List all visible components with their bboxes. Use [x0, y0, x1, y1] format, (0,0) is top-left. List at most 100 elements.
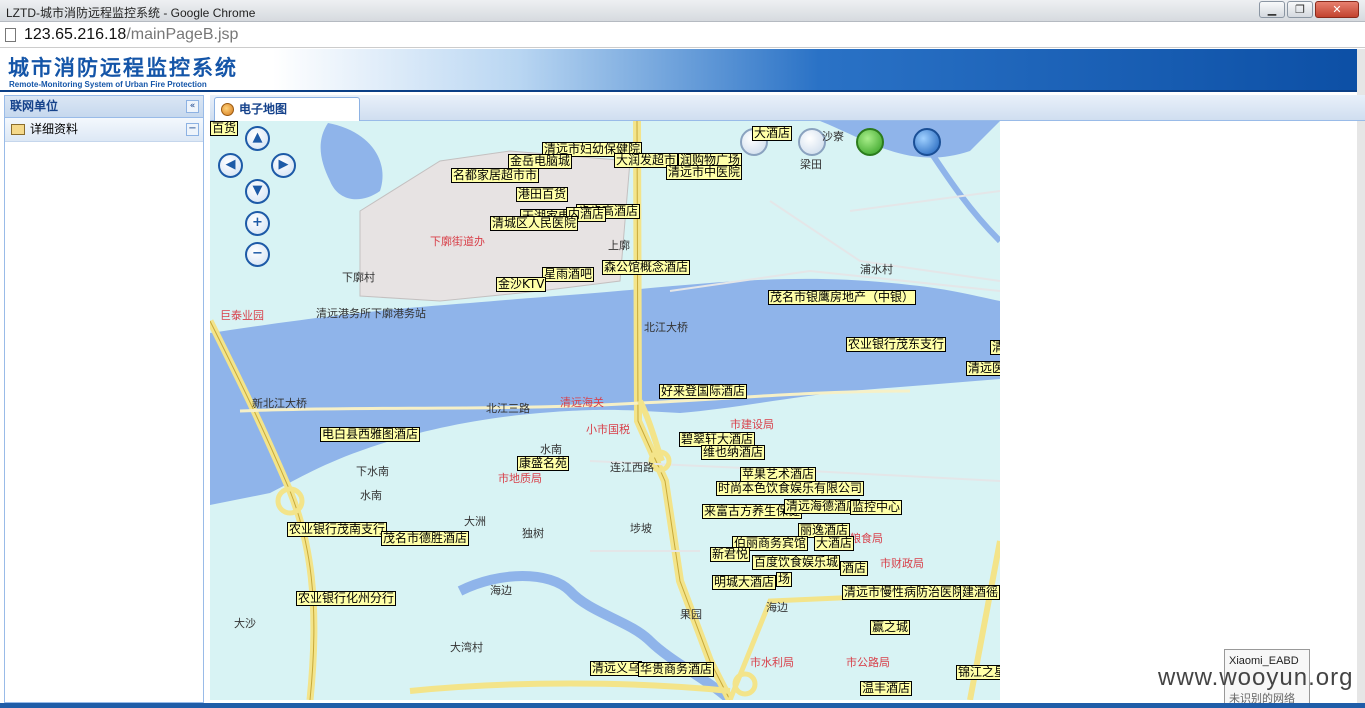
unit-label[interactable]: 维也纳酒店 — [701, 445, 766, 460]
pan-right-button[interactable]: ▶ — [271, 153, 296, 178]
place-name: 大沙 — [234, 617, 256, 630]
home-icon — [11, 124, 25, 135]
unit-label[interactable]: 清远义乌 — [590, 661, 643, 676]
unit-label[interactable]: 森公馆概念酒店 — [602, 260, 691, 275]
unit-label[interactable]: 金沙KTV — [496, 277, 547, 292]
place-name: 北江大桥 — [644, 321, 688, 334]
place-name: 粮食局 — [850, 532, 883, 545]
electronic-map[interactable]: ▲ ◀ ▶ ▼ + − 北江大桥 新北江大桥 北江三路 清远海关 市建设局 小市国税 连江西… — [210, 121, 1000, 700]
place-name: 市财政局 — [880, 557, 924, 570]
place-name: 下廓村 — [342, 271, 375, 284]
sidebar-title: 联网单位 — [10, 99, 59, 113]
url-text[interactable]: 123.65.216.18/mainPageB.jsp — [24, 26, 238, 44]
inlet-shape — [820, 121, 1000, 158]
unit-label[interactable]: 清远海德酒店 — [784, 499, 861, 514]
road-grid-3 — [849, 190, 1000, 212]
sidebar-collapse-button[interactable]: « — [186, 100, 199, 113]
unit-label[interactable]: 康盛名苑 — [517, 456, 570, 471]
maximize-button[interactable]: ❐ — [1287, 1, 1313, 18]
unit-label[interactable]: 建酒徭 — [960, 585, 1000, 600]
place-name: 巨泰业园 — [220, 309, 264, 322]
place-name: 新北江大桥 — [252, 397, 307, 410]
place-name: 清远海关 — [560, 396, 604, 409]
address-bar[interactable]: 123.65.216.18/mainPageB.jsp — [0, 22, 1365, 48]
unit-label[interactable]: 农业银行茂东支行 — [846, 337, 947, 352]
unit-label[interactable]: 百货 — [210, 121, 239, 136]
hand-pan-icon[interactable] — [856, 128, 884, 156]
unit-label[interactable]: 锦江之星 — [956, 665, 1000, 680]
unit-label[interactable]: 酒店 — [840, 561, 869, 576]
place-name: 海边 — [766, 601, 788, 614]
place-name: 市水利局 — [750, 656, 794, 669]
tab-label: 电子地图 — [239, 102, 288, 116]
unit-label[interactable]: 茂名市银鹰房地产（中银） — [768, 290, 917, 305]
pan-down-button[interactable]: ▼ — [245, 179, 270, 204]
unit-label[interactable]: 明城大酒店 — [712, 575, 777, 590]
unit-label[interactable]: 电白县西雅图酒店 — [320, 427, 421, 442]
unit-label[interactable]: 清 — [990, 340, 1000, 355]
pan-up-button[interactable]: ▲ — [245, 126, 270, 151]
unit-label[interactable]: 赢之城 — [870, 620, 911, 635]
place-name: 沙寮 — [822, 130, 844, 143]
unit-label[interactable]: 清远医 — [966, 361, 1000, 376]
place-name: 下廓街道办 — [430, 235, 485, 248]
watermark: www.wooyun.org — [1158, 664, 1354, 691]
unit-label[interactable]: 百度饮食娱乐城 — [752, 555, 841, 570]
globe-icon[interactable] — [913, 128, 941, 156]
place-name: 下水南 — [356, 465, 389, 478]
place-name: 连江西路 — [610, 461, 654, 474]
pan-left-button[interactable]: ◀ — [218, 153, 243, 178]
window-controls: ▁ ❐ ✕ — [1259, 1, 1359, 18]
place-name: 果园 — [680, 608, 702, 621]
unit-label[interactable]: 港田百货 — [516, 187, 569, 202]
taskbar-strip — [0, 703, 1365, 708]
window-titlebar: LZTD-城市消防远程监控系统 - Google Chrome ▁ ❐ ✕ — [0, 0, 1365, 22]
place-name: 梁田 — [800, 158, 822, 171]
sidebar-item-toggle-button[interactable]: − — [186, 123, 199, 136]
unit-label[interactable]: 茂名市德胜酒店 — [381, 531, 470, 546]
unit-label[interactable]: 华贵商务酒店 — [638, 662, 715, 677]
unit-label[interactable]: 名都家居超市市 — [451, 168, 540, 183]
sidebar: 联网单位 « 详细资料 − — [4, 95, 204, 703]
sidebar-item-details[interactable]: 详细资料 − — [5, 118, 203, 142]
unit-label[interactable]: 新君悦 — [710, 547, 751, 562]
url-host: 123.65.216.18 — [24, 26, 127, 43]
unit-label[interactable]: 农业银行化州分行 — [296, 591, 397, 606]
minimize-button[interactable]: ▁ — [1259, 1, 1285, 18]
tab-electronic-map[interactable]: 电子地图 — [214, 97, 360, 121]
place-name: 大洲 — [464, 515, 486, 528]
unit-label[interactable]: 大酒店 — [752, 126, 793, 141]
app-title: 城市消防远程监控系统 — [8, 56, 238, 80]
unit-label[interactable]: 好来登国际酒店 — [659, 384, 748, 399]
unit-label[interactable]: 星雨酒吧 — [542, 267, 595, 282]
place-name: 清远港务所下廓港务站 — [316, 307, 426, 320]
unit-label[interactable]: 温丰酒店 — [860, 681, 913, 696]
unit-label[interactable]: 监控中心 — [850, 500, 903, 515]
place-name: 独树 — [522, 527, 544, 540]
unit-label[interactable]: 苹果艺术酒店 — [740, 467, 817, 482]
place-name: 市公路局 — [846, 656, 890, 669]
sidebar-item-label: 详细资料 — [30, 122, 79, 136]
unit-label[interactable]: 农业银行茂南支行 — [287, 522, 388, 537]
close-button[interactable]: ✕ — [1315, 1, 1359, 18]
page-scrollbar[interactable] — [1357, 49, 1365, 703]
map-icon — [221, 103, 234, 116]
place-name: 上廓 — [608, 239, 630, 252]
unit-label[interactable]: 场 — [776, 572, 793, 587]
zoom-in-button[interactable]: + — [245, 211, 270, 236]
place-name: 海边 — [490, 584, 512, 597]
unit-label[interactable]: 金岳电脑城 — [508, 154, 573, 169]
sidebar-header: 联网单位 « — [5, 96, 203, 118]
page-icon — [5, 28, 16, 42]
unit-label[interactable]: 清城区人民医院 — [490, 216, 579, 231]
unit-label[interactable]: 时尚本色饮食娱乐有限公司 — [716, 481, 865, 496]
place-name: 大湾村 — [450, 641, 483, 654]
place-name: 水南 — [540, 443, 562, 456]
place-name: 水南 — [360, 489, 382, 502]
unit-label[interactable]: 清远市慢性病防治医院 — [842, 585, 967, 600]
place-name: 北江三路 — [486, 402, 530, 415]
zoom-out-button[interactable]: − — [245, 242, 270, 267]
tab-strip: 电子地图 — [210, 95, 1365, 121]
unit-label[interactable]: 大酒店 — [814, 536, 855, 551]
unit-label[interactable]: 清远市中医院 — [666, 165, 743, 180]
